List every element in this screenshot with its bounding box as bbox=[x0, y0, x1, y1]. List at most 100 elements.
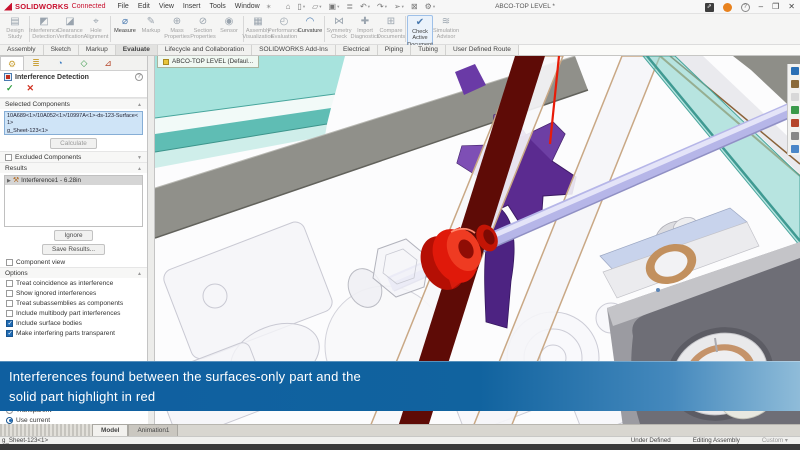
radio-button[interactable] bbox=[6, 417, 13, 424]
tab-sketch[interactable]: Sketch bbox=[44, 45, 79, 55]
results-header[interactable]: Results ▲ bbox=[0, 162, 147, 173]
viewport-document-tab[interactable]: ABCO-TOP LEVEL (Defaul... bbox=[157, 56, 259, 68]
option-include-surface-bodies[interactable]: Include surface bodies bbox=[0, 318, 147, 328]
solidworks-logo: SOLIDWORKS Connected bbox=[4, 2, 106, 11]
close-button[interactable]: ✕ bbox=[788, 0, 795, 14]
component-view-row[interactable]: Component view bbox=[0, 257, 147, 267]
expand-arrow-icon[interactable]: ▶ bbox=[7, 178, 11, 184]
custom-properties-icon[interactable] bbox=[788, 129, 800, 142]
excluded-components-checkbox[interactable] bbox=[5, 154, 12, 161]
menu-tools[interactable]: Tools bbox=[209, 3, 225, 10]
interference-result-item[interactable]: ▶⚒Interference1 - 6.28in bbox=[5, 176, 142, 185]
open-icon[interactable]: ▱▾ bbox=[312, 2, 321, 12]
ribbon-tool-mass-properties[interactable]: ⊕Mass Properties bbox=[164, 15, 190, 41]
help-icon[interactable]: ? bbox=[741, 3, 750, 12]
ok-button[interactable]: ✓ bbox=[6, 83, 14, 94]
cancel-button[interactable]: ✕ bbox=[27, 83, 35, 94]
undo-icon[interactable]: ↶▾ bbox=[360, 2, 370, 12]
menu-edit[interactable]: Edit bbox=[138, 3, 150, 10]
displaymanager-tab[interactable]: ◇ bbox=[72, 56, 96, 70]
checkbox[interactable] bbox=[6, 320, 13, 327]
restore-button[interactable]: ❐ bbox=[772, 0, 779, 14]
tab-solidworks-add-ins[interactable]: SOLIDWORKS Add-Ins bbox=[252, 45, 336, 55]
propertymanager-tab[interactable]: ⚙ bbox=[0, 56, 24, 70]
excluded-components-header[interactable]: Excluded Components ▼ bbox=[0, 151, 147, 162]
resources-icon[interactable] bbox=[788, 64, 800, 77]
ribbon-tool-symmetry-check[interactable]: ⋈Symmetry Check bbox=[326, 15, 352, 41]
tab-piping[interactable]: Piping bbox=[378, 45, 411, 55]
featuremanager-tab[interactable]: ≣ bbox=[24, 56, 48, 70]
ribbon-tool-interference-detection[interactable]: ◩Interference Detection bbox=[31, 15, 57, 41]
menu-view[interactable]: View bbox=[159, 3, 174, 10]
motion-tab-model[interactable]: Model bbox=[92, 424, 128, 436]
component-view-checkbox[interactable] bbox=[6, 259, 13, 266]
timeline-hatch[interactable] bbox=[0, 424, 92, 436]
pin-icon[interactable]: ✶ bbox=[266, 3, 272, 11]
ribbon-tool-compare-documents[interactable]: ⊞Compare Documents bbox=[378, 15, 404, 41]
forum-icon[interactable] bbox=[788, 142, 800, 155]
view-palette-icon[interactable] bbox=[788, 103, 800, 116]
dimxpertmanager-tab[interactable]: ⊿ bbox=[96, 56, 120, 70]
print-icon[interactable]: ≣ bbox=[346, 2, 353, 12]
option-show-ignored-interferences[interactable]: Show ignored interferences bbox=[0, 288, 147, 298]
option-treat-coincidence-as-interference[interactable]: Treat coincidence as interference bbox=[0, 278, 147, 288]
configurationmanager-tab[interactable]: ◔ bbox=[48, 56, 72, 70]
ribbon-tool-check-active-document[interactable]: ✔Check Active Document bbox=[407, 15, 433, 49]
menu-insert[interactable]: Insert bbox=[183, 3, 201, 10]
ribbon-tool-simulation-advisor[interactable]: ≋Simulation Advisor bbox=[433, 15, 459, 41]
file-explorer-icon[interactable] bbox=[788, 90, 800, 103]
tab-markup[interactable]: Markup bbox=[79, 45, 116, 55]
checkbox[interactable] bbox=[6, 290, 13, 297]
checkbox[interactable] bbox=[6, 280, 13, 287]
checkbox[interactable] bbox=[6, 300, 13, 307]
tab-lifecycle-and-collaboration[interactable]: Lifecycle and Collaboration bbox=[158, 45, 252, 55]
select-icon[interactable]: ➢▾ bbox=[394, 2, 404, 12]
calculate-button[interactable]: Calculate bbox=[50, 138, 97, 149]
share-icon[interactable]: ⇗ bbox=[705, 3, 714, 12]
resources-icon bbox=[791, 67, 799, 75]
user-avatar[interactable] bbox=[723, 3, 732, 12]
save-results-button[interactable]: Save Results... bbox=[42, 244, 105, 255]
results-list[interactable]: ▶⚒Interference1 - 6.28in bbox=[4, 175, 143, 227]
save-icon[interactable]: ▣▾ bbox=[329, 2, 340, 12]
menu-window[interactable]: Window bbox=[235, 3, 260, 10]
measure-icon: ⌀ bbox=[122, 16, 128, 28]
checkbox[interactable] bbox=[6, 330, 13, 337]
minimize-button[interactable]: – bbox=[759, 0, 763, 14]
tab-tubing[interactable]: Tubing bbox=[411, 45, 446, 55]
delete-icon[interactable]: ⊠ bbox=[411, 2, 418, 12]
selected-components-header[interactable]: Selected Components ▲ bbox=[0, 98, 147, 109]
document-title: ABCO-TOP LEVEL * bbox=[455, 0, 595, 14]
ribbon-tool-curvature[interactable]: ◠Curvature bbox=[297, 15, 323, 34]
home-icon[interactable]: ⌂ bbox=[286, 2, 291, 12]
units-dropdown[interactable]: Custom ▾ bbox=[762, 437, 788, 444]
redo-icon[interactable]: ↷▾ bbox=[377, 2, 387, 12]
motion-tab-animation1[interactable]: Animation1 bbox=[128, 424, 178, 436]
ribbon-tool-design-study[interactable]: ▤Design Study bbox=[2, 15, 28, 41]
ribbon-tool-clearance-verification[interactable]: ◪Clearance Verification bbox=[57, 15, 83, 41]
appearances-icon[interactable] bbox=[788, 116, 800, 129]
options-icon[interactable]: ⚙▾ bbox=[425, 2, 435, 12]
new-document-icon[interactable]: ▯▾ bbox=[297, 2, 305, 12]
ribbon-tool-section-properties[interactable]: ⊘Section Properties bbox=[190, 15, 216, 41]
help-icon[interactable]: ? bbox=[135, 73, 143, 81]
ignore-button[interactable]: Ignore bbox=[54, 230, 92, 241]
options-header[interactable]: Options ▲ bbox=[0, 267, 147, 278]
tab-electrical[interactable]: Electrical bbox=[336, 45, 378, 55]
design-library-icon[interactable] bbox=[788, 77, 800, 90]
ribbon-tool-performance-evaluation[interactable]: ◴Performance Evaluation bbox=[271, 15, 297, 41]
option-include-multibody-part-interferences[interactable]: Include multibody part interferences bbox=[0, 308, 147, 318]
ribbon-tool-import-diagnostics[interactable]: ✚Import Diagnostics bbox=[352, 15, 378, 41]
ribbon-tool-measure[interactable]: ⌀Measure bbox=[112, 15, 138, 34]
option-make-interfering-parts-transparent[interactable]: Make interfering parts transparent bbox=[0, 328, 147, 338]
tab-assembly[interactable]: Assembly bbox=[0, 45, 44, 55]
checkbox[interactable] bbox=[6, 310, 13, 317]
selected-components-list[interactable]: 10A689<1>/10A052<1>/10997A<1>-ds-123-Sur… bbox=[4, 111, 143, 135]
ribbon-tool-sensor[interactable]: ◉Sensor bbox=[216, 15, 242, 34]
ribbon-tool-hole-alignment[interactable]: ⌖Hole Alignment bbox=[83, 15, 109, 41]
ribbon-tool-markup[interactable]: ✎Markup bbox=[138, 15, 164, 34]
tab-evaluate[interactable]: Evaluate bbox=[116, 45, 158, 55]
option-treat-subassemblies-as-components[interactable]: Treat subassemblies as components bbox=[0, 298, 147, 308]
tab-user-defined-route[interactable]: User Defined Route bbox=[446, 45, 519, 55]
menu-file[interactable]: File bbox=[118, 3, 129, 10]
